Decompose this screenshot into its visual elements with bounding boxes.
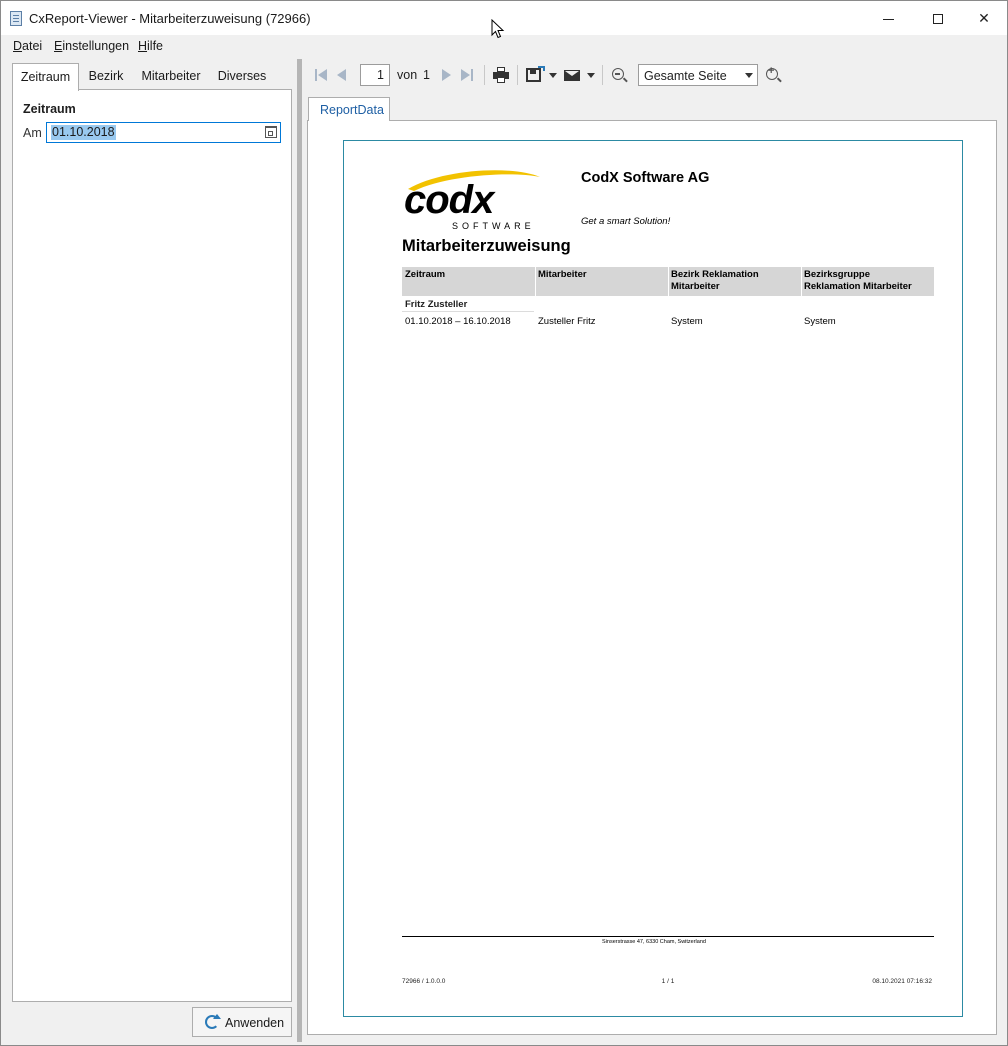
apply-button-label: Anwenden <box>225 1016 285 1030</box>
footer-divider <box>402 936 934 937</box>
calendar-icon[interactable] <box>265 126 277 138</box>
panel-splitter[interactable] <box>297 59 302 1042</box>
logo-wordmark: codx <box>404 178 496 222</box>
app-window: CxReport-Viewer - Mitarbeiterzuweisung (… <box>0 0 1008 1046</box>
print-icon-paper <box>497 77 505 83</box>
last-page-icon <box>461 69 470 81</box>
maximize-icon <box>933 14 943 25</box>
page-number-input[interactable]: 1 <box>360 64 390 86</box>
last-page-icon-bar <box>471 69 473 81</box>
group-divider <box>402 311 534 312</box>
toolbar-separator <box>484 65 485 85</box>
zoom-out-icon[interactable] <box>612 68 624 80</box>
mouse-cursor-icon <box>491 19 505 39</box>
viewer-toolbar: 1 von 1 Gesamte Seite <box>305 61 1005 91</box>
toolbar-separator <box>517 65 518 85</box>
column-divider <box>801 267 802 296</box>
report-page: codx SOFTWARE CodX Software AG Get a sma… <box>343 140 963 1017</box>
menu-datei-label: atei <box>22 39 43 53</box>
zoom-in-icon[interactable] <box>766 65 778 80</box>
company-address: Sinserstrasse 47, 6330 Cham, Switzerland <box>602 939 706 945</box>
column-header: Bezirksgruppe Reklamation Mitarbeiter <box>804 269 912 293</box>
column-header-line2: Mitarbeiter <box>671 281 720 292</box>
print-icon[interactable] <box>493 67 509 83</box>
first-page-icon <box>318 69 327 81</box>
menu-datei-accel: D <box>13 39 23 53</box>
next-page-icon[interactable] <box>442 69 451 81</box>
minimize-button[interactable] <box>865 1 911 35</box>
section-title: Zeitraum <box>23 102 76 116</box>
column-divider <box>668 267 669 296</box>
app-icon <box>10 11 22 26</box>
previous-page-icon[interactable] <box>337 69 346 81</box>
cursor-arrow <box>491 19 505 39</box>
menu-hilfe-label: ilfe <box>147 39 164 53</box>
footer-timestamp: 08.10.2021 07:16:32 <box>872 978 932 985</box>
refresh-icon <box>205 1014 221 1029</box>
date-field[interactable]: 01.10.2018 <box>46 122 281 143</box>
toolbar-separator <box>602 65 603 85</box>
page-of-label: von <box>397 68 418 82</box>
menu-hilfe-accel: H <box>138 39 148 53</box>
date-label: Am <box>23 126 42 140</box>
apply-button[interactable]: Anwenden <box>192 1007 292 1037</box>
mail-dropdown-icon[interactable] <box>587 73 595 78</box>
logo-subtext: SOFTWARE <box>452 221 535 231</box>
table-cell: System <box>804 316 836 327</box>
mail-icon[interactable] <box>564 70 580 81</box>
report-title: Mitarbeiterzuweisung <box>402 237 571 255</box>
export-arrow-icon <box>538 66 545 71</box>
group-header: Fritz Zusteller <box>405 299 468 310</box>
export-dropdown-icon[interactable] <box>549 73 557 78</box>
table-cell: 01.10.2018 – 16.10.2018 <box>405 316 511 327</box>
tab-mitarbeiter[interactable]: Mitarbeiter <box>135 63 207 90</box>
column-divider <box>535 267 536 296</box>
column-header-line1: Bezirksgruppe <box>804 269 870 280</box>
column-header: Zeitraum <box>405 269 445 281</box>
zoom-select[interactable]: Gesamte Seite <box>638 64 758 86</box>
company-tagline: Get a smart Solution! <box>581 216 671 227</box>
table-header: Zeitraum Mitarbeiter Bezirk Reklamation M… <box>402 267 934 296</box>
date-value: 01.10.2018 <box>51 125 116 140</box>
tab-bezirk[interactable]: Bezirk <box>83 63 129 90</box>
tab-reportdata[interactable]: ReportData <box>308 97 390 121</box>
menu-datei[interactable]: Datei <box>13 39 42 53</box>
close-button[interactable]: ✕ <box>961 1 1007 35</box>
company-name: CodX Software AG <box>581 170 710 186</box>
chevron-down-icon <box>745 73 753 78</box>
tab-reportdata-label: ReportData <box>320 103 384 117</box>
menu-bar: Datei Einstellungen Hilfe <box>1 36 1007 58</box>
menu-einstellungen[interactable]: Einstellungen <box>54 39 129 53</box>
column-header-line1: Bezirk Reklamation <box>671 269 759 280</box>
column-header-line2: Reklamation Mitarbeiter <box>804 281 912 292</box>
first-page-icon-bar <box>315 69 317 81</box>
column-header: Bezirk Reklamation Mitarbeiter <box>671 269 759 293</box>
menu-hilfe[interactable]: Hilfe <box>138 39 163 53</box>
table-cell: System <box>671 316 703 327</box>
tab-diverses[interactable]: Diverses <box>213 63 271 90</box>
page-total: 1 <box>423 68 430 82</box>
column-header-line1: Zeitraum <box>405 269 446 280</box>
minimize-icon <box>882 18 894 20</box>
table-cell: Zusteller Fritz <box>538 316 596 327</box>
zoom-select-value: Gesamte Seite <box>644 69 727 83</box>
tab-zeitraum[interactable]: Zeitraum <box>12 63 79 91</box>
window-title: CxReport-Viewer - Mitarbeiterzuweisung (… <box>29 11 311 26</box>
codx-logo: codx SOFTWARE <box>404 170 540 231</box>
column-header: Mitarbeiter <box>538 269 587 281</box>
maximize-button[interactable] <box>915 1 961 35</box>
column-header-line1: Mitarbeiter <box>538 269 587 280</box>
filter-panel: Zeitraum Am 01.10.2018 <box>12 89 292 1002</box>
close-icon: ✕ <box>978 10 990 26</box>
report-viewport[interactable]: codx SOFTWARE CodX Software AG Get a sma… <box>307 120 997 1035</box>
menu-einstellungen-label: instellungen <box>62 39 130 53</box>
